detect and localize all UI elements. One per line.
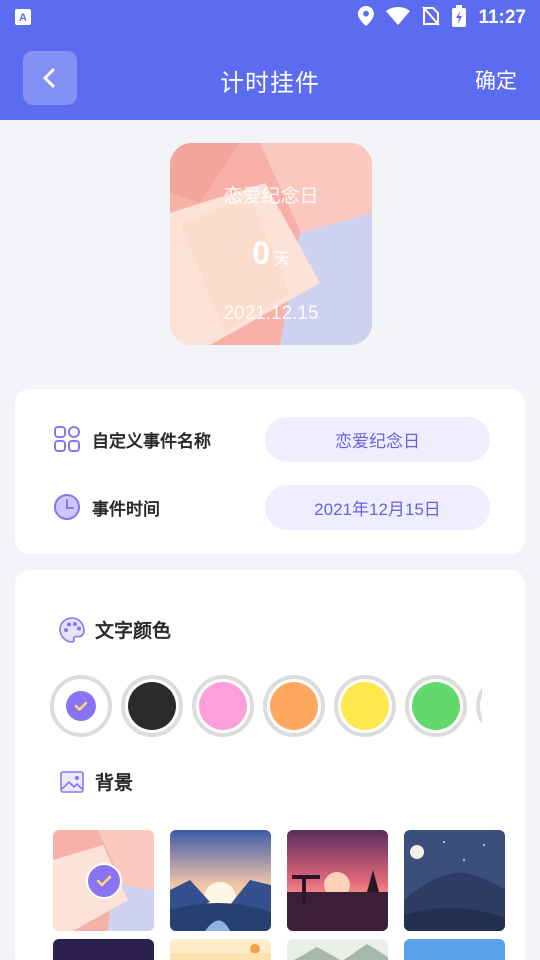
selected-check-icon [86,863,122,899]
event-time-label: 事件时间 [92,500,160,520]
wifi-icon [386,7,411,29]
widget-preview: 恋爱纪念日 0天 2021.12.15 [170,143,372,345]
clock-time: 11:27 [478,7,526,28]
text-color-swatches [50,675,482,737]
status-bar: A 11:27 [0,0,540,36]
clock-icon [53,493,81,521]
event-time-row: 事件时间 2021年12月15日 [15,482,525,532]
app-bar: 计时挂件 确定 [0,36,540,120]
battery-icon [452,5,467,31]
background-option-1[interactable] [53,830,154,931]
preview-event-name: 恋爱纪念日 [223,185,319,207]
background-option-4[interactable] [404,830,505,931]
preview-date: 2021.12.15 [223,303,319,324]
text-color-section-title: 文字颜色 [59,616,171,643]
selected-check-icon [66,691,96,721]
event-name-field[interactable]: 恋爱纪念日 [265,417,490,462]
image-icon [59,769,85,795]
color-swatch-fill [412,682,460,730]
background-option-7[interactable] [287,939,388,960]
color-swatch-1[interactable] [50,675,112,737]
event-name-row: 自定义事件名称 恋爱纪念日 [15,414,525,464]
no-sim-icon [422,6,441,30]
style-settings-card: 文字颜色 背景 [15,570,525,960]
color-swatch-3[interactable] [192,675,254,737]
palette-icon [59,616,85,643]
color-swatch-fill [341,682,389,730]
color-swatch-2[interactable] [121,675,183,737]
background-option-8[interactable] [404,939,505,960]
color-swatch-fill [270,682,318,730]
svg-text:A: A [19,12,27,24]
background-option-6[interactable] [170,939,271,960]
color-swatch-more[interactable] [476,675,482,737]
event-time-field[interactable]: 2021年12月15日 [265,485,490,530]
background-option-3[interactable] [287,830,388,931]
color-swatch-fill [128,682,176,730]
background-option-2[interactable] [170,830,271,931]
page-title: 计时挂件 [220,69,320,97]
color-swatch-fill [199,682,247,730]
preview-day-count: 0天 [170,235,372,272]
preview-days-number: 0 [252,235,270,271]
event-settings-card: 自定义事件名称 恋爱纪念日 事件时间 2021年12月15日 [15,389,525,554]
color-swatch-6[interactable] [405,675,467,737]
preview-days-unit: 天 [273,249,290,268]
confirm-button[interactable]: 确定 [475,65,517,95]
background-section-title: 背景 [59,768,133,795]
app-notification-icon: A [14,8,34,28]
location-icon [358,6,375,30]
color-swatch-5[interactable] [334,675,396,737]
color-swatch-4[interactable] [263,675,325,737]
event-name-label: 自定义事件名称 [92,432,211,452]
background-option-5[interactable] [53,939,154,960]
grid-apps-icon [53,425,81,453]
